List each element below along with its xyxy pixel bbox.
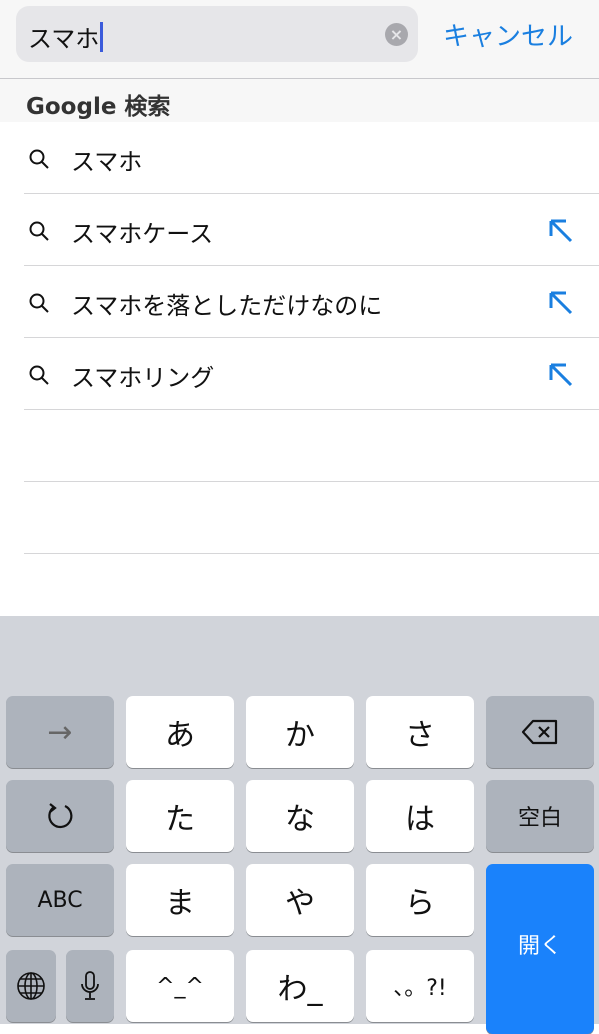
section-title: Google 検索 bbox=[26, 94, 171, 120]
key-a[interactable]: あ bbox=[126, 696, 234, 768]
clear-icon[interactable]: × bbox=[385, 23, 408, 46]
key-ta[interactable]: た bbox=[126, 780, 234, 852]
suggestion-row[interactable]: スマホリング bbox=[0, 338, 599, 410]
search-bar: スマホ × キャンセル bbox=[0, 0, 599, 79]
key-globe[interactable] bbox=[6, 950, 56, 1022]
key-kaomoji[interactable]: ^_^ bbox=[126, 950, 234, 1022]
search-icon bbox=[29, 149, 49, 169]
backspace-icon bbox=[521, 719, 558, 745]
search-input[interactable]: スマホ × bbox=[16, 6, 418, 62]
key-na[interactable]: な bbox=[246, 780, 354, 852]
microphone-icon bbox=[81, 971, 99, 1000]
suggestion-row[interactable]: スマホケース bbox=[0, 194, 599, 266]
key-abc[interactable]: ABC bbox=[6, 864, 114, 936]
fill-arrow-icon[interactable] bbox=[546, 288, 576, 318]
empty-row bbox=[0, 410, 599, 482]
key-mic[interactable] bbox=[66, 950, 114, 1022]
text-caret bbox=[100, 21, 104, 52]
key-wa[interactable]: わ_ bbox=[246, 950, 354, 1022]
search-value[interactable]: スマホ bbox=[28, 19, 99, 54]
key-ma[interactable]: ま bbox=[126, 864, 234, 936]
key-ha[interactable]: は bbox=[366, 780, 474, 852]
undo-icon bbox=[48, 803, 73, 829]
cancel-button[interactable]: キャンセル bbox=[443, 16, 573, 53]
key-punctuation[interactable]: 、。?! bbox=[366, 950, 474, 1022]
globe-icon bbox=[17, 972, 45, 1000]
key-enter[interactable]: 開く bbox=[486, 864, 594, 1034]
fill-arrow-icon[interactable] bbox=[546, 216, 576, 246]
section-header: Google 検索 bbox=[0, 79, 599, 122]
key-space[interactable]: 空白 bbox=[486, 780, 594, 852]
suggestion-row[interactable]: スマホを落としただけなのに bbox=[0, 266, 599, 338]
suggestion-text: スマホ bbox=[71, 148, 143, 176]
suggestion-text: スマホリング bbox=[71, 364, 215, 392]
suggestion-row[interactable]: スマホ bbox=[0, 122, 599, 194]
empty-row bbox=[0, 482, 599, 554]
key-ka[interactable]: か bbox=[246, 696, 354, 768]
suggestion-text: スマホケース bbox=[71, 220, 214, 248]
key-sa[interactable]: さ bbox=[366, 696, 474, 768]
suggestion-text: スマホを落としただけなのに bbox=[71, 292, 383, 320]
fill-arrow-icon[interactable] bbox=[546, 360, 576, 390]
key-ya[interactable]: や bbox=[246, 864, 354, 936]
keyboard: → あ か さ た な は 空白 ABC ま や ら 開く ^_^ わ_ 、。?… bbox=[0, 616, 599, 1034]
key-arrow[interactable]: → bbox=[6, 696, 114, 768]
key-ra[interactable]: ら bbox=[366, 864, 474, 936]
search-icon bbox=[29, 293, 49, 313]
search-icon bbox=[29, 365, 49, 385]
search-icon bbox=[29, 221, 49, 241]
key-undo[interactable] bbox=[6, 780, 114, 852]
key-backspace[interactable] bbox=[486, 696, 594, 768]
